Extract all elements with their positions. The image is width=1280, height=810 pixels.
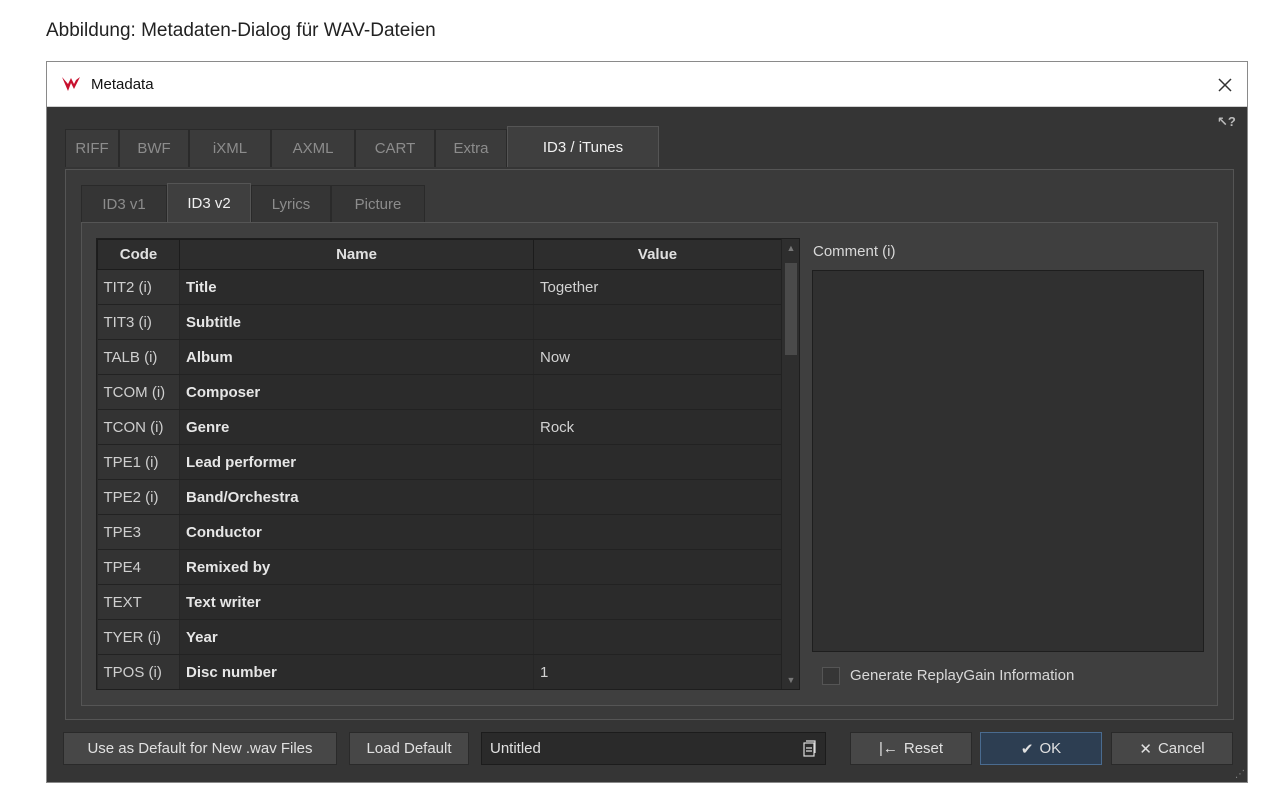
table-row[interactable]: TIT3 (i) Subtitle xyxy=(97,304,782,340)
resize-grip-icon[interactable]: ⋰ xyxy=(1235,769,1245,780)
cell-code: TPE2 (i) xyxy=(97,479,180,515)
tab-bwf[interactable]: BWF xyxy=(119,129,189,167)
cell-code: TPE4 xyxy=(97,549,180,585)
cell-value[interactable]: Now xyxy=(533,339,782,375)
tab-ixml[interactable]: iXML xyxy=(189,129,271,167)
cell-value[interactable] xyxy=(533,374,782,410)
cell-name: Band/Orchestra xyxy=(179,479,534,515)
cell-code: TIT2 (i) xyxy=(97,269,180,305)
cell-code: TYER (i) xyxy=(97,619,180,655)
table-row[interactable]: TPE2 (i) Band/Orchestra xyxy=(97,479,782,515)
tab-cart[interactable]: CART xyxy=(355,129,435,167)
cell-name: Subtitle xyxy=(179,304,534,340)
help-pointer-icon[interactable]: ↖? xyxy=(1217,114,1239,134)
cell-value[interactable] xyxy=(533,479,782,515)
cell-value[interactable]: 1 xyxy=(533,654,782,689)
cell-code: TIT3 (i) xyxy=(97,304,180,340)
comment-label: Comment (i) xyxy=(813,243,896,260)
table-row[interactable]: TALB (i) Album Now xyxy=(97,339,782,375)
tab-axml[interactable]: AXML xyxy=(271,129,355,167)
preset-name-text: Untitled xyxy=(490,740,541,757)
table-row[interactable]: TEXT Text writer xyxy=(97,584,782,620)
cancel-x-icon: ✕ xyxy=(1139,740,1152,758)
cell-name: Title xyxy=(179,269,534,305)
table-row[interactable]: TYER (i) Year xyxy=(97,619,782,655)
subtab-lyrics[interactable]: Lyrics xyxy=(251,185,331,222)
preset-menu-icon[interactable] xyxy=(801,740,817,758)
cell-name: Album xyxy=(179,339,534,375)
close-button[interactable] xyxy=(1203,62,1247,107)
preset-name-field[interactable]: Untitled xyxy=(481,732,826,765)
figure-caption: Abbildung: Metadaten-Dialog für WAV-Date… xyxy=(46,20,436,41)
cell-value[interactable] xyxy=(533,549,782,585)
table-row[interactable]: TPOS (i) Disc number 1 xyxy=(97,654,782,689)
tab-extra[interactable]: Extra xyxy=(435,129,507,167)
table-row[interactable]: TCOM (i) Composer xyxy=(97,374,782,410)
cell-code: TPOS (i) xyxy=(97,654,180,689)
cell-value[interactable]: Rock xyxy=(533,409,782,445)
ok-label: OK xyxy=(1039,740,1062,757)
table-row[interactable]: TPE3 Conductor xyxy=(97,514,782,550)
ok-button[interactable]: ✔ OK xyxy=(980,732,1102,765)
cell-code: TPE3 xyxy=(97,514,180,550)
title-bar: Metadata xyxy=(47,62,1247,107)
load-default-button[interactable]: Load Default xyxy=(349,732,469,765)
cell-name: Disc number xyxy=(179,654,534,689)
window-title: Metadata xyxy=(91,76,154,93)
subtab-id3v1[interactable]: ID3 v1 xyxy=(81,185,167,222)
cell-value[interactable]: Together xyxy=(533,269,782,305)
comment-textarea[interactable] xyxy=(812,270,1204,652)
column-header-code[interactable]: Code xyxy=(97,239,180,270)
cell-code: TALB (i) xyxy=(97,339,180,375)
cell-value[interactable] xyxy=(533,444,782,480)
tab-id3-itunes[interactable]: ID3 / iTunes xyxy=(507,126,659,167)
table-scrollbar[interactable]: ▲ ▼ xyxy=(781,239,799,689)
metadata-table: Code Name Value TIT2 (i) Title Together TIT… xyxy=(96,238,800,690)
cell-name: Genre xyxy=(179,409,534,445)
reset-button[interactable]: |← Reset xyxy=(850,732,972,765)
cell-value[interactable] xyxy=(533,619,782,655)
cell-code: TCOM (i) xyxy=(97,374,180,410)
metadata-dialog: Metadata ↖? RIFF BWF iXML AXML CART Extr… xyxy=(46,61,1248,783)
cell-name: Composer xyxy=(179,374,534,410)
reset-icon: |← xyxy=(878,740,898,757)
table-row[interactable]: TCON (i) Genre Rock xyxy=(97,409,782,445)
cancel-label: Cancel xyxy=(1157,740,1205,757)
cell-name: Remixed by xyxy=(179,549,534,585)
reset-label: Reset xyxy=(903,740,944,757)
cell-code: TPE1 (i) xyxy=(97,444,180,480)
column-header-name[interactable]: Name xyxy=(179,239,534,270)
scroll-thumb[interactable] xyxy=(785,263,797,355)
subtab-picture[interactable]: Picture xyxy=(331,185,425,222)
subtab-id3v2[interactable]: ID3 v2 xyxy=(167,183,251,222)
cell-code: TEXT xyxy=(97,584,180,620)
cell-name: Lead performer xyxy=(179,444,534,480)
replaygain-label[interactable]: Generate ReplayGain Information xyxy=(850,667,1074,684)
close-icon xyxy=(1218,77,1232,92)
column-header-value[interactable]: Value xyxy=(533,239,782,270)
use-as-default-button[interactable]: Use as Default for New .wav Files xyxy=(63,732,337,765)
cell-value[interactable] xyxy=(533,514,782,550)
wavelab-logo-icon xyxy=(62,77,80,91)
cancel-button[interactable]: ✕ Cancel xyxy=(1111,732,1233,765)
cell-name: Conductor xyxy=(179,514,534,550)
replaygain-checkbox[interactable] xyxy=(822,667,840,685)
table-row[interactable]: TPE4 Remixed by xyxy=(97,549,782,585)
tab-riff[interactable]: RIFF xyxy=(65,129,119,167)
cell-value[interactable] xyxy=(533,304,782,340)
table-row[interactable]: TIT2 (i) Title Together xyxy=(97,269,782,305)
checkmark-icon: ✔ xyxy=(1020,740,1034,758)
cell-value[interactable] xyxy=(533,584,782,620)
scroll-down-arrow-icon[interactable]: ▼ xyxy=(782,671,799,689)
table-row[interactable]: TPE1 (i) Lead performer xyxy=(97,444,782,480)
cell-code: TCON (i) xyxy=(97,409,180,445)
cell-name: Text writer xyxy=(179,584,534,620)
scroll-up-arrow-icon[interactable]: ▲ xyxy=(782,239,799,257)
cell-name: Year xyxy=(179,619,534,655)
